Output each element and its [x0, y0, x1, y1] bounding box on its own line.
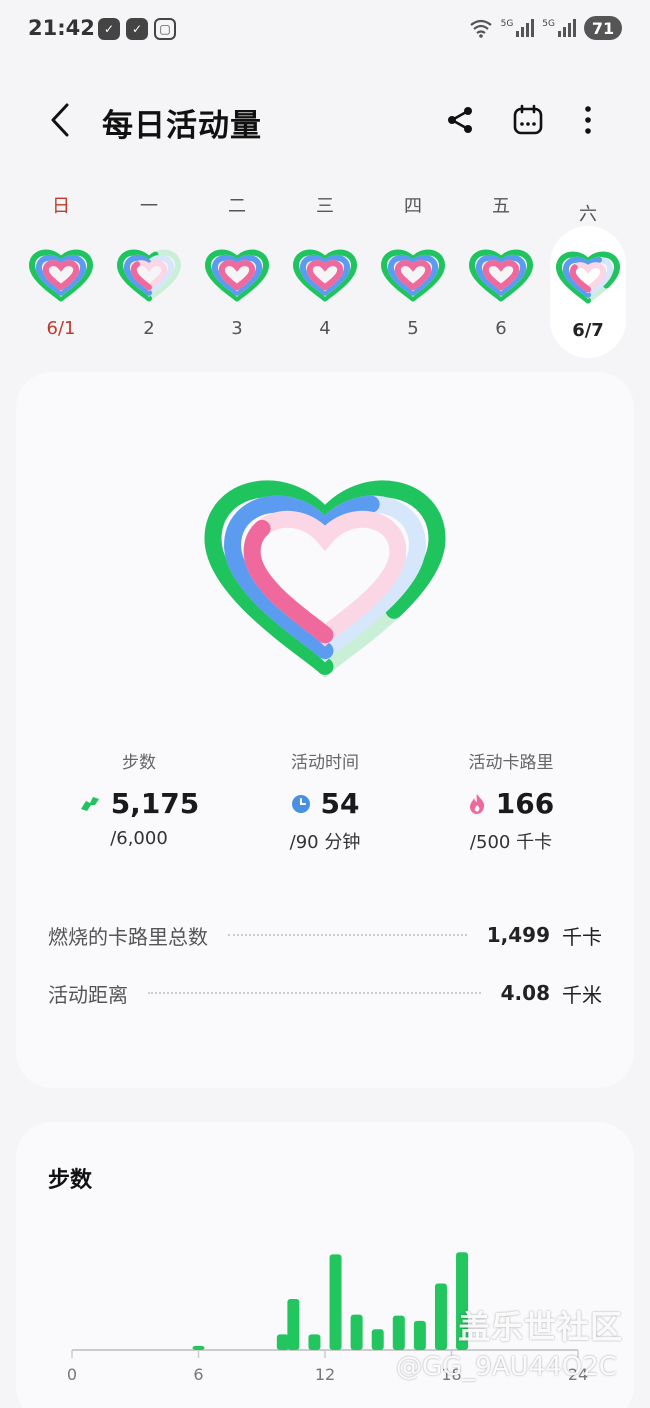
- active-distance-row: 活动距离 4.08 千米: [48, 978, 602, 1008]
- total-calories-row: 燃烧的卡路里总数 1,499 千卡: [48, 920, 602, 950]
- total-calories-label: 燃烧的卡路里总数: [48, 924, 208, 949]
- cell-signal-icon: 5G: [542, 19, 576, 37]
- dotted-leader: [148, 992, 481, 994]
- day-item[interactable]: 二3: [198, 184, 276, 360]
- x-tick-label: 0: [67, 1365, 77, 1384]
- daily-summary-card: 步数 5,175 /6,000 活动时间 54 /90 分钟 活动卡路里 166…: [16, 372, 634, 1088]
- active-distance-value: 4.08: [500, 981, 550, 1005]
- shoe-icon: [80, 796, 99, 811]
- steps-bar[interactable]: [350, 1314, 363, 1350]
- battery-indicator: 71: [584, 16, 622, 40]
- status-right: 5G 5G 71: [469, 16, 622, 40]
- steps-bar[interactable]: [413, 1320, 426, 1350]
- day-date: 5: [407, 318, 419, 339]
- steps-value: 5,175: [110, 787, 200, 820]
- day-heart-rings: [555, 251, 621, 305]
- calendar-icon: [513, 104, 543, 135]
- steps-bar[interactable]: [308, 1334, 321, 1350]
- day-item[interactable]: 日 6/1: [22, 184, 100, 360]
- status-time: 21:42: [28, 16, 95, 40]
- screenshot-icon: ▢: [154, 18, 176, 40]
- more-icon: [585, 106, 591, 134]
- week-selector: 日 6/1 一 2 二 3 三 4 四 5 五 6 6/7 六: [16, 184, 634, 360]
- back-button[interactable]: [40, 98, 80, 142]
- day-date: 4: [319, 318, 331, 339]
- day-date: 6/1: [46, 318, 76, 339]
- steps-bar[interactable]: [434, 1283, 447, 1350]
- day-heart-rings: [116, 249, 182, 303]
- more-options-button[interactable]: [568, 100, 608, 140]
- watermark-handle: @GG_9AU44O2C: [396, 1352, 617, 1382]
- steps-metric[interactable]: 步数 5,175 /6,000: [36, 748, 242, 849]
- day-heart-rings: [468, 249, 534, 303]
- day-heart-rings: [204, 249, 270, 303]
- day-name: 五: [492, 196, 510, 217]
- day-name: 四: [404, 196, 422, 217]
- check-notification-icon: ✓: [98, 18, 120, 40]
- steps-bar[interactable]: [287, 1299, 300, 1350]
- steps-bar[interactable]: [371, 1329, 384, 1350]
- active-time-metric[interactable]: 活动时间 54 /90 分钟: [222, 748, 428, 854]
- x-tick-label: 12: [315, 1365, 335, 1384]
- day-item[interactable]: 三4: [286, 184, 364, 360]
- app-header: 每日活动量: [0, 90, 650, 150]
- active-time-label: 活动时间: [291, 753, 359, 773]
- day-date: 6/7: [572, 320, 604, 341]
- day-name: 三: [316, 196, 334, 217]
- metrics-row: 步数 5,175 /6,000 活动时间 54 /90 分钟 活动卡路里 166…: [16, 748, 634, 868]
- calendar-button[interactable]: [508, 100, 548, 140]
- signal-label: 5G: [542, 19, 555, 29]
- notification-icons: ✓ ✓ ▢: [98, 18, 176, 40]
- day-name: 六: [579, 204, 597, 225]
- day-date: 3: [231, 318, 243, 339]
- day-heart-rings: [28, 249, 94, 303]
- active-time-goal: /90 分钟: [289, 832, 361, 853]
- day-heart-rings: [292, 249, 358, 303]
- day-date: 2: [143, 318, 155, 339]
- active-calories-label: 活动卡路里: [468, 753, 554, 773]
- active-distance-label: 活动距离: [48, 982, 128, 1007]
- steps-bar[interactable]: [192, 1345, 205, 1350]
- dotted-leader: [228, 934, 467, 936]
- day-item[interactable]: 6/7 六: [550, 204, 626, 358]
- day-name: 一: [140, 196, 158, 217]
- share-button[interactable]: [440, 100, 480, 140]
- cell-signal-icon: 5G: [501, 19, 535, 37]
- day-date: 6: [495, 318, 507, 339]
- wifi-icon: [469, 19, 492, 38]
- day-item[interactable]: 五6: [462, 184, 540, 360]
- active-time-value: 54: [320, 787, 360, 820]
- active-calories-metric[interactable]: 活动卡路里 166 /500 千卡: [408, 748, 614, 854]
- active-calories-value: 166: [495, 787, 555, 820]
- check-notification-icon: ✓: [126, 18, 148, 40]
- day-heart-rings: [380, 249, 446, 303]
- steps-bar[interactable]: [392, 1315, 405, 1350]
- page-title: 每日活动量: [102, 108, 262, 144]
- total-calories-unit: 千卡: [562, 924, 602, 949]
- flame-icon: [469, 793, 484, 814]
- status-bar: 21:42 ✓ ✓ ▢ 5G 5G 71: [0, 0, 650, 62]
- x-tick-label: 6: [193, 1365, 203, 1384]
- activity-heart-rings: [204, 480, 446, 679]
- day-name: 二: [228, 196, 246, 217]
- steps-bar[interactable]: [329, 1254, 342, 1350]
- total-calories-value: 1,499: [486, 923, 550, 947]
- day-item[interactable]: 一2: [110, 184, 188, 360]
- day-item[interactable]: 四5: [374, 184, 452, 360]
- signal-label: 5G: [500, 19, 514, 29]
- active-calories-goal: /500 千卡: [469, 832, 553, 853]
- steps-bar[interactable]: [276, 1334, 289, 1350]
- clock-icon: [291, 794, 310, 813]
- share-icon: [448, 107, 472, 133]
- steps-label: 步数: [122, 753, 156, 773]
- steps-goal: /6,000: [110, 828, 168, 849]
- back-icon: [51, 103, 69, 137]
- watermark-text: 盖乐世社区: [458, 1308, 624, 1346]
- active-distance-unit: 千米: [562, 982, 602, 1007]
- day-name: 日: [52, 196, 70, 217]
